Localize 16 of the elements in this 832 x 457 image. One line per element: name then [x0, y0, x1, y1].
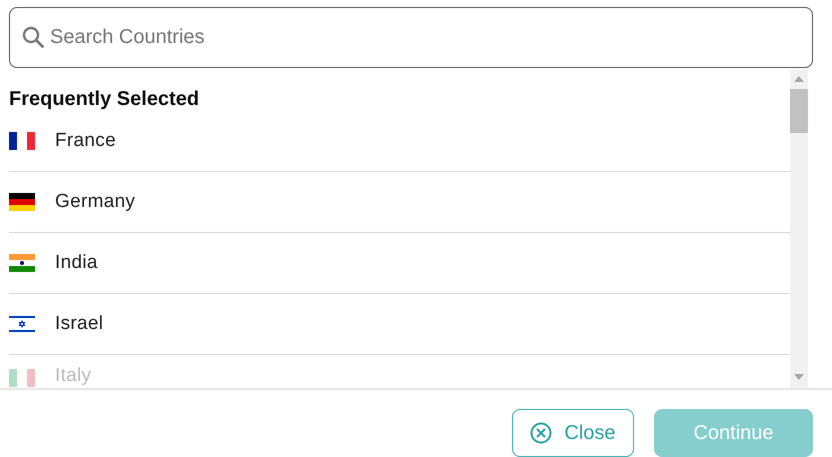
- search-field[interactable]: Search Countries: [9, 7, 813, 68]
- close-icon: [530, 422, 552, 444]
- flag-icon: [9, 369, 35, 387]
- country-item[interactable]: France: [9, 111, 790, 172]
- scrollbar-thumb[interactable]: [790, 89, 808, 133]
- flag-icon: [9, 193, 35, 211]
- country-item[interactable]: Israel: [9, 294, 790, 355]
- scroll-up-icon[interactable]: [794, 76, 804, 82]
- flag-icon: [9, 254, 35, 272]
- flag-icon: [9, 315, 35, 333]
- country-item[interactable]: Germany: [9, 172, 790, 233]
- section-title: Frequently Selected: [9, 88, 200, 111]
- flag-icon: [9, 132, 35, 150]
- scrollbar[interactable]: [790, 70, 808, 388]
- scroll-down-icon[interactable]: [794, 374, 804, 380]
- country-item[interactable]: India: [9, 233, 790, 294]
